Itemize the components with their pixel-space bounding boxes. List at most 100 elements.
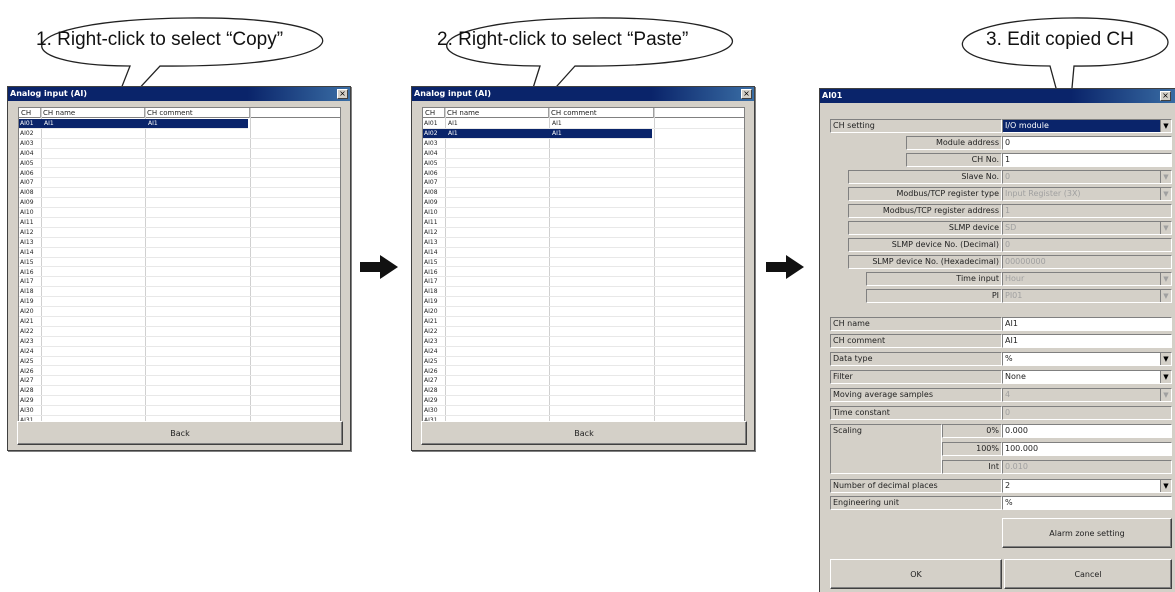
table-row[interactable]: AI07: [423, 178, 744, 189]
ch-no-field[interactable]: 1: [1002, 153, 1172, 167]
table-row[interactable]: AI13: [19, 238, 340, 248]
filter-select[interactable]: None ▼: [1002, 370, 1172, 384]
engineering-unit-field[interactable]: %: [1002, 496, 1172, 510]
table-row[interactable]: AI18: [423, 287, 744, 298]
alarm-zone-setting-button[interactable]: Alarm zone setting: [1002, 518, 1172, 548]
table-row[interactable]: AI20: [19, 307, 340, 317]
table-row[interactable]: AI09: [423, 198, 744, 209]
scale-0-field[interactable]: 0.000: [1002, 424, 1172, 438]
table-row[interactable]: AI24: [19, 347, 340, 357]
table-row[interactable]: AI02 AI1 AI1: [423, 128, 652, 139]
table-row[interactable]: AI26: [423, 367, 744, 377]
cell-ch: AI25: [424, 357, 438, 365]
cell-name: [447, 218, 547, 228]
cell-name: [447, 228, 547, 238]
table-row[interactable]: AI04: [19, 149, 340, 159]
table-row[interactable]: AI05: [423, 159, 744, 169]
data-type-select[interactable]: % ▼: [1002, 352, 1172, 366]
table-row[interactable]: AI13: [423, 238, 744, 248]
table-row[interactable]: AI04: [423, 149, 744, 159]
scale-100-field[interactable]: 100.000: [1002, 442, 1172, 456]
table-row[interactable]: AI27: [423, 376, 744, 387]
chevron-down-icon[interactable]: ▼: [1160, 371, 1171, 383]
table-row[interactable]: AI02: [19, 129, 340, 139]
table-row[interactable]: AI12: [19, 228, 340, 238]
table-row[interactable]: AI09: [19, 198, 340, 209]
table-row[interactable]: AI30: [423, 406, 744, 416]
table-row[interactable]: AI23: [423, 337, 744, 347]
table-row[interactable]: AI06: [423, 169, 744, 179]
table-row[interactable]: AI15: [423, 258, 744, 268]
column-header-ch-comment[interactable]: CH comment: [145, 108, 250, 118]
table-row[interactable]: AI16: [19, 268, 340, 278]
table-row[interactable]: AI11: [423, 218, 744, 228]
ok-button[interactable]: OK: [830, 559, 1002, 589]
module-address-field[interactable]: 0: [1002, 136, 1172, 150]
table-row[interactable]: AI08: [19, 188, 340, 199]
table-row[interactable]: AI21: [19, 317, 340, 327]
table-row[interactable]: AI15: [19, 258, 340, 268]
chevron-down-icon[interactable]: ▼: [1160, 480, 1171, 492]
close-icon[interactable]: ×: [1160, 91, 1171, 101]
channel-list[interactable]: CH CH name CH comment AI01 AI1 AI1 AI02 AI03…: [18, 107, 341, 436]
ch-comment-field[interactable]: AI1: [1002, 334, 1172, 348]
table-row[interactable]: AI28: [19, 386, 340, 397]
table-row[interactable]: AI22: [423, 327, 744, 337]
column-header-ch-name[interactable]: CH name: [445, 108, 549, 118]
table-row[interactable]: AI10: [19, 208, 340, 218]
table-row[interactable]: AI25: [423, 357, 744, 367]
table-row[interactable]: AI29: [19, 396, 340, 407]
table-row[interactable]: AI24: [423, 347, 744, 357]
column-header-ch-comment[interactable]: CH comment: [549, 108, 654, 118]
table-row[interactable]: AI10: [423, 208, 744, 218]
back-button[interactable]: Back: [17, 421, 343, 445]
table-row[interactable]: AI05: [19, 159, 340, 169]
table-row[interactable]: AI03: [19, 139, 340, 149]
close-icon[interactable]: ×: [337, 89, 348, 99]
table-row[interactable]: AI21: [423, 317, 744, 327]
table-row[interactable]: AI14: [19, 248, 340, 258]
table-row[interactable]: AI22: [19, 327, 340, 337]
table-row[interactable]: AI01 AI1 AI1: [423, 119, 744, 129]
table-row[interactable]: AI01 AI1 AI1: [19, 119, 248, 129]
chevron-down-icon: ▼: [1160, 188, 1171, 200]
table-row[interactable]: AI18: [19, 287, 340, 298]
table-row[interactable]: AI12: [423, 228, 744, 238]
chevron-down-icon[interactable]: ▼: [1160, 353, 1171, 365]
decimal-places-select[interactable]: 2 ▼: [1002, 479, 1172, 493]
column-header-ch-name[interactable]: CH name: [41, 108, 145, 118]
table-row[interactable]: AI14: [423, 248, 744, 258]
table-row[interactable]: AI23: [19, 337, 340, 347]
table-row[interactable]: AI16: [423, 268, 744, 278]
table-row[interactable]: AI06: [19, 169, 340, 179]
back-button[interactable]: Back: [421, 421, 747, 445]
channel-list[interactable]: CH CH name CH comment AI01 AI1 AI1 AI02 AI1 A…: [422, 107, 745, 436]
table-row[interactable]: AI17: [423, 277, 744, 288]
table-row[interactable]: AI19: [423, 297, 744, 308]
table-row[interactable]: AI27: [19, 376, 340, 387]
ch-name-field[interactable]: AI1: [1002, 317, 1172, 331]
close-icon[interactable]: ×: [741, 89, 752, 99]
ch-setting-select[interactable]: I/O module ▼: [1002, 119, 1172, 133]
chevron-down-icon[interactable]: ▼: [1160, 120, 1171, 132]
table-row[interactable]: AI11: [19, 218, 340, 228]
cancel-button[interactable]: Cancel: [1004, 559, 1172, 589]
column-header-ch[interactable]: CH: [423, 108, 445, 118]
table-row[interactable]: AI03: [423, 139, 744, 149]
table-row[interactable]: AI20: [423, 307, 744, 317]
table-row[interactable]: AI28: [423, 386, 744, 397]
table-row[interactable]: AI19: [19, 297, 340, 308]
ch-comment-label: CH comment: [830, 334, 1002, 348]
slave-no-value: 0: [1005, 172, 1011, 181]
table-row[interactable]: AI17: [19, 277, 340, 288]
cell-comment: [551, 317, 651, 327]
table-row[interactable]: AI07: [19, 178, 340, 189]
slave-no-label: Slave No.: [848, 170, 1002, 184]
table-row[interactable]: AI30: [19, 406, 340, 416]
table-row[interactable]: AI08: [423, 188, 744, 199]
column-header-ch[interactable]: CH: [19, 108, 41, 118]
table-row[interactable]: AI29: [423, 396, 744, 407]
cell-ch: AI09: [424, 199, 438, 207]
table-row[interactable]: AI26: [19, 367, 340, 377]
table-row[interactable]: AI25: [19, 357, 340, 367]
